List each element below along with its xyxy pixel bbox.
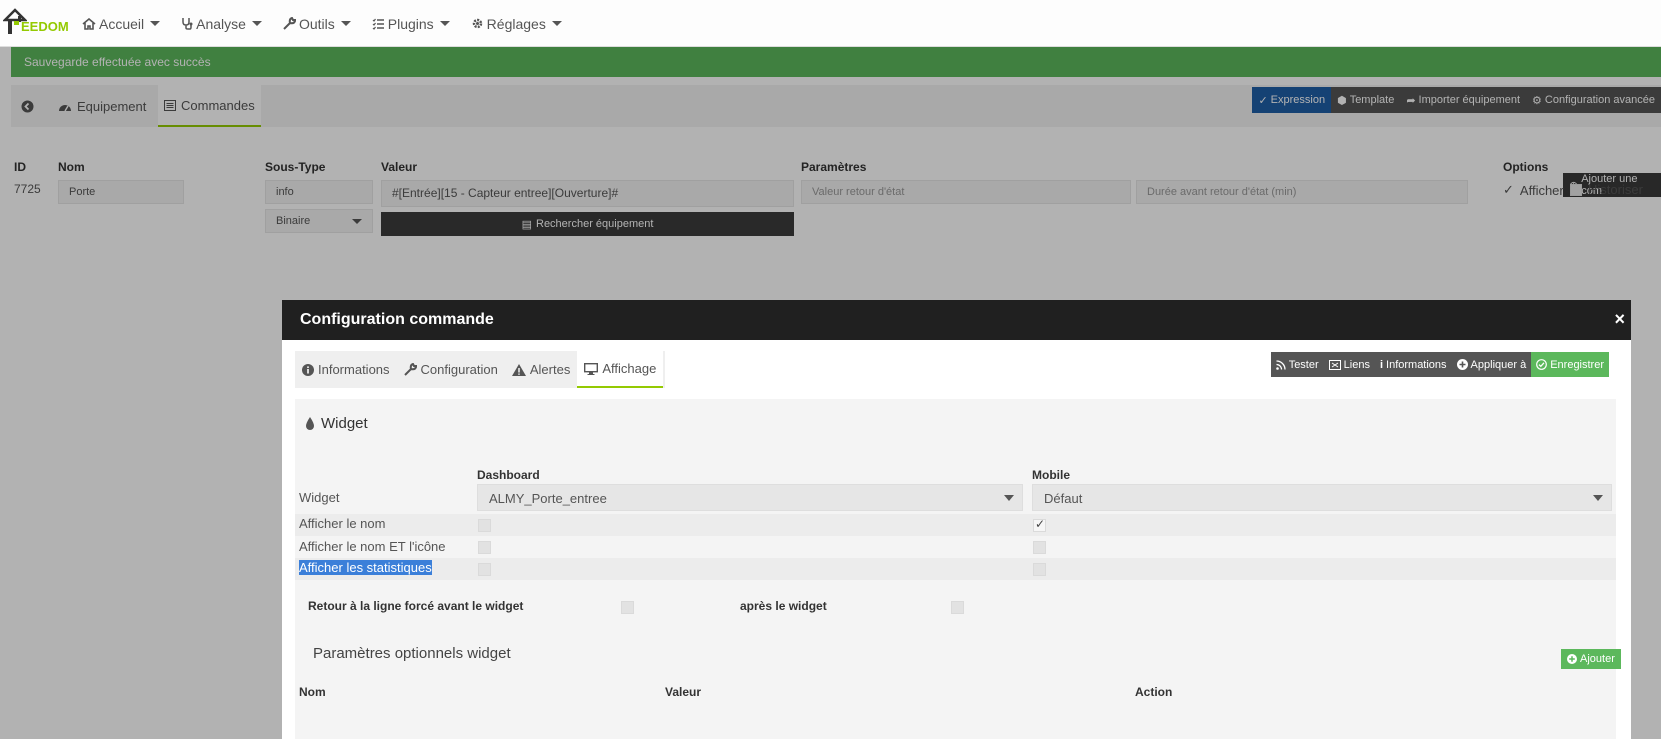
row-afficher-nom: [295, 514, 1616, 536]
rss-icon: [1275, 359, 1286, 370]
add-param-button[interactable]: Ajouter: [1561, 649, 1621, 669]
tab-informations[interactable]: Informations: [295, 351, 397, 388]
info-icon: i: [1379, 358, 1384, 371]
modal-body: Informations Configuration Alertes Affic…: [282, 340, 1631, 739]
command-config-modal: Configuration commande × Informations Co…: [282, 300, 1631, 739]
home-icon: [82, 17, 96, 30]
caret-down-icon: [551, 21, 562, 26]
tester-label: Tester: [1288, 358, 1319, 371]
param-col-valeur: Valeur: [665, 685, 702, 699]
liens-button[interactable]: Liens: [1323, 352, 1375, 377]
enregistrer-label: Enregistrer: [1550, 358, 1604, 371]
tab-affichage[interactable]: Affichage: [577, 351, 664, 388]
menu-accueil[interactable]: Accueil: [82, 15, 161, 32]
widget-legend-label: Widget: [321, 415, 368, 432]
tab-affichage-label: Affichage: [602, 361, 657, 376]
menu-analyse[interactable]: Analyse: [181, 16, 262, 32]
optional-params-legend: Paramètres optionnels widget: [313, 645, 511, 662]
plus-circle-icon: [1567, 654, 1577, 664]
menu-accueil-label: Accueil: [99, 15, 145, 32]
line-break-after-label: après le widget: [740, 599, 827, 613]
line-break-before-label: Retour à la ligne forcé avant le widget: [308, 599, 524, 613]
stethoscope-icon: [181, 17, 193, 30]
row-afficher-nom-icone-label: Afficher le nom ET l'icône: [299, 539, 446, 554]
caret-down-icon: [439, 21, 450, 26]
sitemap-icon: [1328, 359, 1341, 370]
wrench-icon: [403, 363, 417, 376]
menu-analyse-label: Analyse: [196, 15, 246, 32]
modal-title: Configuration commande: [300, 311, 494, 328]
tab-alertes-label: Alertes: [529, 362, 571, 377]
main-menu: Accueil Analyse Outils Plugins Réglages: [82, 0, 583, 47]
add-param-label: Ajouter: [1580, 653, 1615, 665]
dashboard-show-name-icon-checkbox[interactable]: [478, 541, 491, 554]
modal-actions: Tester Liens i Informations Appliquer à: [1270, 352, 1609, 377]
tester-button[interactable]: Tester: [1270, 352, 1324, 377]
tab-informations-label: Informations: [318, 362, 390, 377]
desktop-icon: [584, 362, 599, 375]
informations-button[interactable]: i Informations: [1374, 352, 1452, 377]
close-icon[interactable]: ×: [1614, 309, 1625, 330]
informations-label: Informations: [1386, 358, 1447, 371]
row-widget-label: Widget: [299, 490, 340, 505]
enregistrer-button[interactable]: Enregistrer: [1531, 352, 1609, 377]
tab-alertes[interactable]: Alertes: [505, 351, 577, 388]
appliquer-button[interactable]: Appliquer à: [1451, 352, 1532, 377]
gear-icon: [471, 17, 484, 30]
param-col-nom: Nom: [299, 685, 326, 699]
caret-down-icon: [340, 21, 351, 26]
col-dashboard: Dashboard: [477, 468, 540, 482]
line-break-after-checkbox[interactable]: [951, 601, 964, 614]
menu-outils[interactable]: Outils: [283, 16, 351, 32]
widget-legend: Widget: [305, 415, 368, 432]
menu-plugins-label: Plugins: [387, 15, 434, 32]
check-circle-icon: [1536, 359, 1548, 370]
wrench-icon: [283, 17, 296, 30]
caret-down-icon: [251, 21, 262, 26]
warning-icon: [511, 363, 526, 376]
menu-outils-label: Outils: [298, 15, 335, 32]
jeedom-logo[interactable]: EEDOM: [3, 6, 69, 36]
col-mobile: Mobile: [1032, 468, 1070, 482]
tab-configuration-label: Configuration: [420, 362, 498, 377]
mobile-show-name-checkbox[interactable]: [1033, 517, 1046, 532]
row-afficher-stats-label: Afficher les statistiques: [299, 560, 432, 575]
mobile-widget-select[interactable]: Défaut: [1032, 484, 1612, 511]
mobile-show-stats-checkbox[interactable]: [1033, 563, 1046, 576]
mobile-show-name-icon-checkbox[interactable]: [1033, 541, 1046, 554]
appliquer-label: Appliquer à: [1470, 358, 1527, 371]
line-break-before-checkbox[interactable]: [621, 601, 634, 614]
menu-reglages[interactable]: Réglages: [471, 16, 562, 32]
caret-down-icon: [150, 21, 161, 26]
tab-configuration[interactable]: Configuration: [397, 351, 505, 388]
plus-circle-icon: [1456, 359, 1468, 370]
row-afficher-stats: [295, 558, 1616, 580]
tasks-icon: [372, 18, 385, 30]
row-afficher-nom-icone: [295, 536, 1616, 558]
menu-reglages-label: Réglages: [486, 15, 546, 32]
navbar: EEDOM Accueil Analyse Outils Plugins Rég…: [0, 0, 1661, 47]
logo-text: EEDOM: [21, 19, 69, 34]
widget-panel: Widget Dashboard Mobile Widget ALMY_Port…: [295, 399, 1621, 739]
tint-icon: [305, 416, 315, 431]
menu-plugins[interactable]: Plugins: [372, 16, 450, 32]
dashboard-show-name-checkbox[interactable]: [478, 519, 491, 532]
row-afficher-nom-label: Afficher le nom: [299, 516, 386, 531]
liens-label: Liens: [1343, 358, 1370, 371]
param-col-action: Action: [1135, 685, 1173, 699]
info-circle-icon: [302, 363, 314, 376]
dashboard-widget-select[interactable]: ALMY_Porte_entree: [477, 484, 1023, 511]
dashboard-show-stats-checkbox[interactable]: [478, 563, 491, 576]
modal-tabs: Informations Configuration Alertes Affic…: [295, 351, 665, 388]
modal-header: Configuration commande ×: [282, 300, 1631, 340]
